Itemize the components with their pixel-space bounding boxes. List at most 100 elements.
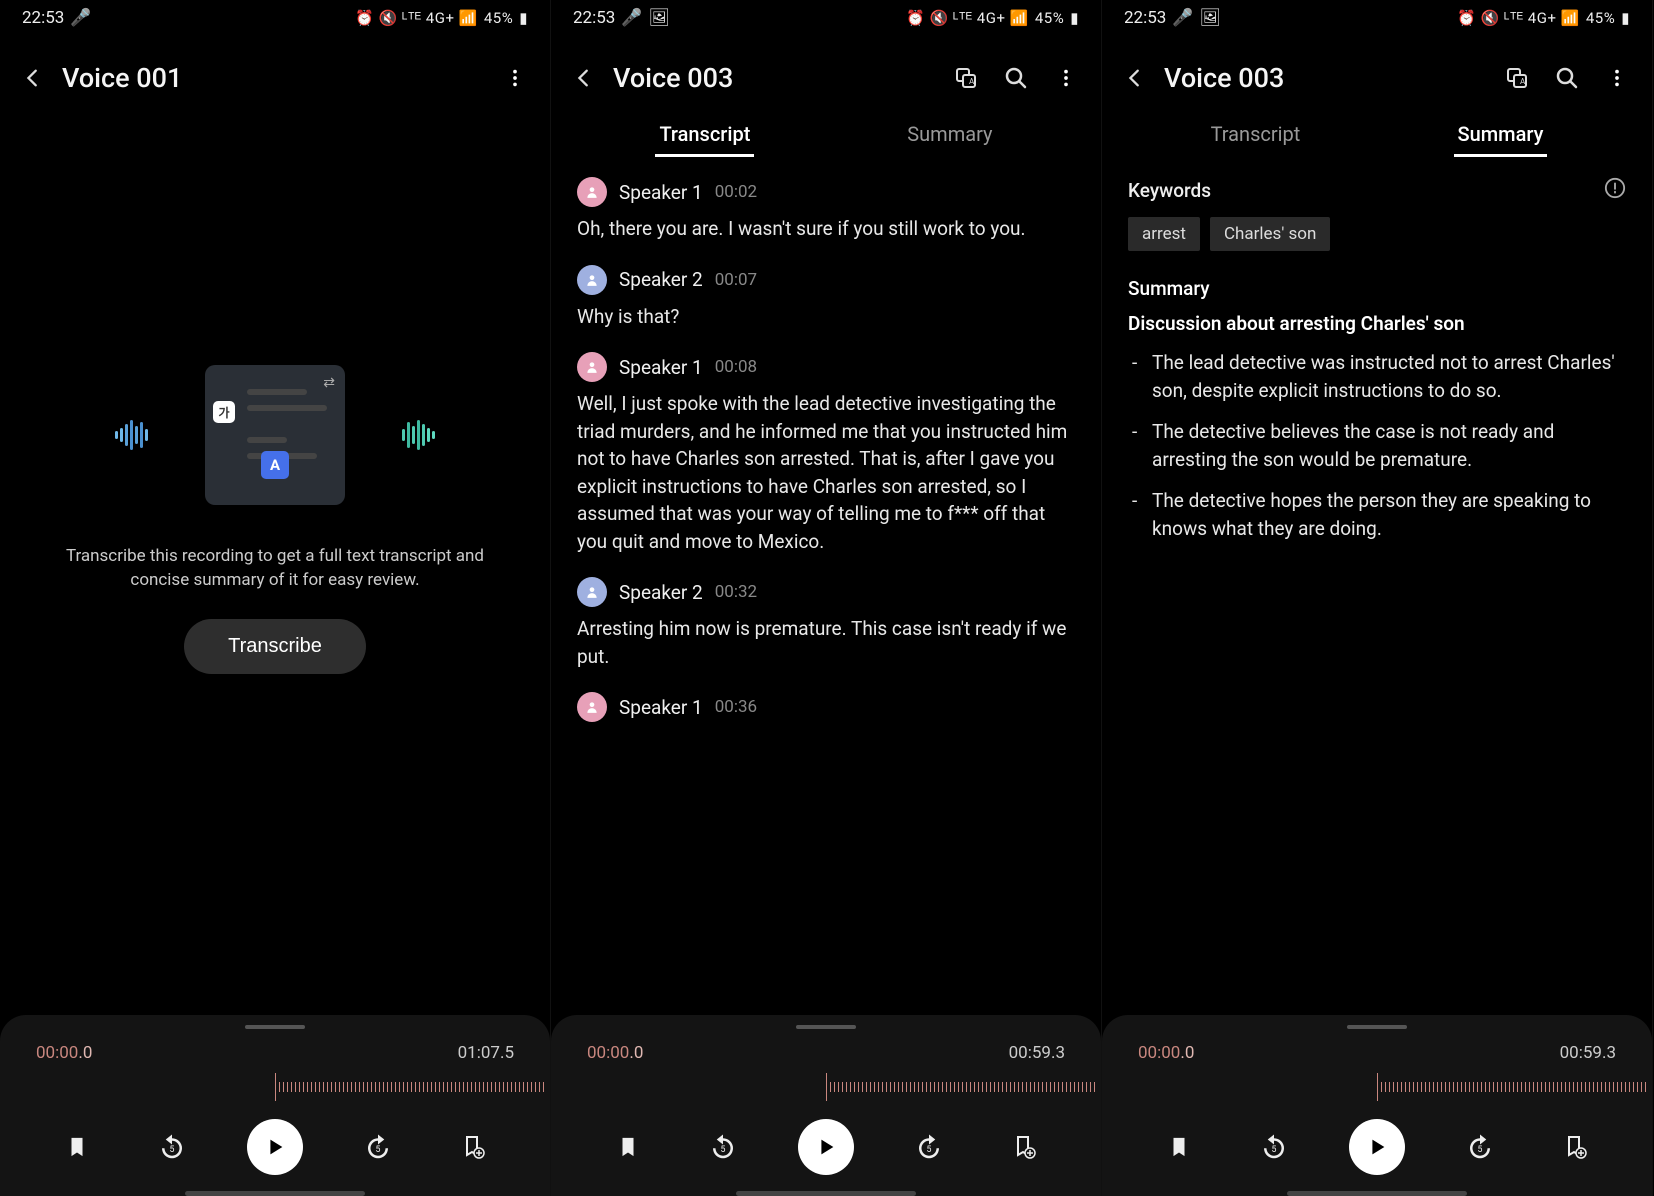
- transcript-message: Speaker 2 00:07 Why is that?: [577, 265, 1075, 331]
- timestamp: 00:02: [715, 182, 757, 202]
- waveform[interactable]: [1102, 1073, 1652, 1101]
- bookmark-add-button[interactable]: [1004, 1127, 1044, 1167]
- search-icon[interactable]: [1554, 65, 1580, 91]
- battery-icon: ▮: [519, 9, 528, 27]
- message-text: Arresting him now is premature. This cas…: [577, 615, 1075, 670]
- status-icons: ⏰ 🔇 ᴸᵀᴱ 4G+ 📶: [906, 9, 1029, 27]
- time-duration: 00:59.3: [1560, 1043, 1616, 1063]
- rewind-5-button[interactable]: 5: [152, 1127, 192, 1167]
- time-current: 00:00.0: [36, 1043, 92, 1063]
- timestamp: 00:07: [715, 270, 757, 290]
- player-panel: 00:00.0 01:07.5 5 5: [0, 1015, 550, 1196]
- play-button[interactable]: [798, 1119, 854, 1175]
- message-text: Well, I just spoke with the lead detecti…: [577, 390, 1075, 555]
- status-bar: 22:53 🎤 ⏰ 🔇 ᴸᵀᴱ 4G+ 📶 45% ▮: [0, 0, 550, 36]
- keyword-chip[interactable]: Charles' son: [1210, 217, 1330, 251]
- tab-summary[interactable]: Summary: [903, 114, 996, 157]
- tabs: Transcript Summary: [1102, 114, 1652, 157]
- battery-icon: ▮: [1070, 9, 1079, 27]
- back-button[interactable]: [22, 67, 44, 89]
- status-icons: ⏰ 🔇 ᴸᵀᴱ 4G+ 📶: [355, 9, 478, 27]
- tabs: Transcript Summary: [551, 114, 1101, 157]
- back-button[interactable]: [573, 67, 595, 89]
- speaker-label: Speaker 1: [619, 181, 703, 204]
- svg-text:5: 5: [721, 1145, 726, 1155]
- forward-5-button[interactable]: 5: [1460, 1127, 1500, 1167]
- translate-icon[interactable]: A: [953, 65, 979, 91]
- info-icon[interactable]: [1604, 177, 1626, 203]
- svg-text:5: 5: [375, 1145, 380, 1155]
- play-button[interactable]: [1349, 1119, 1405, 1175]
- keyword-chips: arrest Charles' son: [1128, 217, 1626, 251]
- transcript-message: Speaker 100:08 Well, I just spoke with t…: [577, 352, 1075, 555]
- drag-handle[interactable]: [796, 1025, 856, 1029]
- drag-handle[interactable]: [245, 1025, 305, 1029]
- more-icon[interactable]: [502, 65, 528, 91]
- summary-heading: Summary: [1128, 277, 1626, 300]
- transcribe-prompt: Transcribe this recording to get a full …: [26, 545, 524, 593]
- tab-summary[interactable]: Summary: [1454, 114, 1548, 157]
- screen-voice-003-summary: 22:53 🎤 🖼 ⏰ 🔇 ᴸᵀᴱ 4G+ 📶 45% ▮ Voice 003 …: [1102, 0, 1653, 1196]
- more-icon[interactable]: [1053, 65, 1079, 91]
- time-current: 00:00.0: [1138, 1043, 1194, 1063]
- waveform[interactable]: [0, 1073, 550, 1101]
- screen-voice-003-transcript: 22:53 🎤 🖼 ⏰ 🔇 ᴸᵀᴱ 4G+ 📶 45% ▮ Voice 003 …: [551, 0, 1102, 1196]
- forward-5-button[interactable]: 5: [358, 1127, 398, 1167]
- player-panel: 00:00.0 00:59.3 5 5: [551, 1015, 1101, 1196]
- summary-list: The lead detective was instructed not to…: [1128, 349, 1626, 542]
- summary-point: The detective hopes the person they are …: [1128, 487, 1626, 542]
- status-battery: 45%: [1035, 9, 1064, 27]
- keyword-chip[interactable]: arrest: [1128, 217, 1200, 251]
- time-duration: 00:59.3: [1009, 1043, 1065, 1063]
- nav-bar-handle[interactable]: [1287, 1191, 1467, 1196]
- bookmark-add-button[interactable]: [453, 1127, 493, 1167]
- bookmark-button[interactable]: [1159, 1127, 1199, 1167]
- back-button[interactable]: [1124, 67, 1146, 89]
- timestamp: 00:32: [715, 582, 757, 602]
- page-title: Voice 003: [1164, 62, 1486, 94]
- nav-bar-handle[interactable]: [736, 1191, 916, 1196]
- svg-text:5: 5: [1272, 1145, 1277, 1155]
- bookmark-button[interactable]: [57, 1127, 97, 1167]
- mic-icon: 🎤: [1172, 8, 1193, 28]
- avatar-icon: [577, 692, 607, 722]
- avatar-icon: [577, 177, 607, 207]
- transcribe-button[interactable]: Transcribe: [184, 619, 366, 674]
- summary-title: Discussion about arresting Charles' son: [1128, 312, 1626, 335]
- message-text: Why is that?: [577, 303, 1075, 331]
- summary-point: The detective believes the case is not r…: [1128, 418, 1626, 473]
- nav-bar-handle[interactable]: [185, 1191, 365, 1196]
- time-current: 00:00.0: [587, 1043, 643, 1063]
- svg-text:5: 5: [926, 1145, 931, 1155]
- translate-icon[interactable]: A: [1504, 65, 1530, 91]
- drag-handle[interactable]: [1347, 1025, 1407, 1029]
- mic-icon: 🎤: [621, 8, 642, 28]
- player-panel: 00:00.0 00:59.3 5 5: [1102, 1015, 1652, 1196]
- svg-text:5: 5: [1477, 1145, 1482, 1155]
- transcript-message: Speaker 2 00:32 Arresting him now is prem…: [577, 577, 1075, 670]
- status-bar: 22:53 🎤 🖼 ⏰ 🔇 ᴸᵀᴱ 4G+ 📶 45% ▮: [551, 0, 1101, 36]
- speaker-label: Speaker 2: [619, 581, 703, 604]
- transcript-message: Speaker 100:36: [577, 692, 1075, 730]
- message-text: Oh, there you are. I wasn't sure if you …: [577, 215, 1075, 243]
- svg-text:A: A: [1520, 77, 1526, 86]
- forward-5-button[interactable]: 5: [909, 1127, 949, 1167]
- speaker-label: Speaker 2: [619, 268, 703, 291]
- mic-icon: 🎤: [70, 8, 91, 28]
- bookmark-button[interactable]: [608, 1127, 648, 1167]
- transcribe-illustration: ⇄ 가 A: [115, 355, 435, 515]
- rewind-5-button[interactable]: 5: [1254, 1127, 1294, 1167]
- waveform[interactable]: [551, 1073, 1101, 1101]
- play-button[interactable]: [247, 1119, 303, 1175]
- status-battery: 45%: [484, 9, 513, 27]
- bookmark-add-button[interactable]: [1555, 1127, 1595, 1167]
- image-icon: 🖼: [1200, 8, 1222, 28]
- tab-transcript[interactable]: Transcript: [655, 114, 754, 157]
- rewind-5-button[interactable]: 5: [703, 1127, 743, 1167]
- svg-text:A: A: [969, 77, 975, 86]
- tab-transcript[interactable]: Transcript: [1207, 114, 1305, 157]
- search-icon[interactable]: [1003, 65, 1029, 91]
- timestamp: 00:36: [715, 697, 757, 717]
- more-icon[interactable]: [1604, 65, 1630, 91]
- page-title: Voice 001: [62, 62, 484, 94]
